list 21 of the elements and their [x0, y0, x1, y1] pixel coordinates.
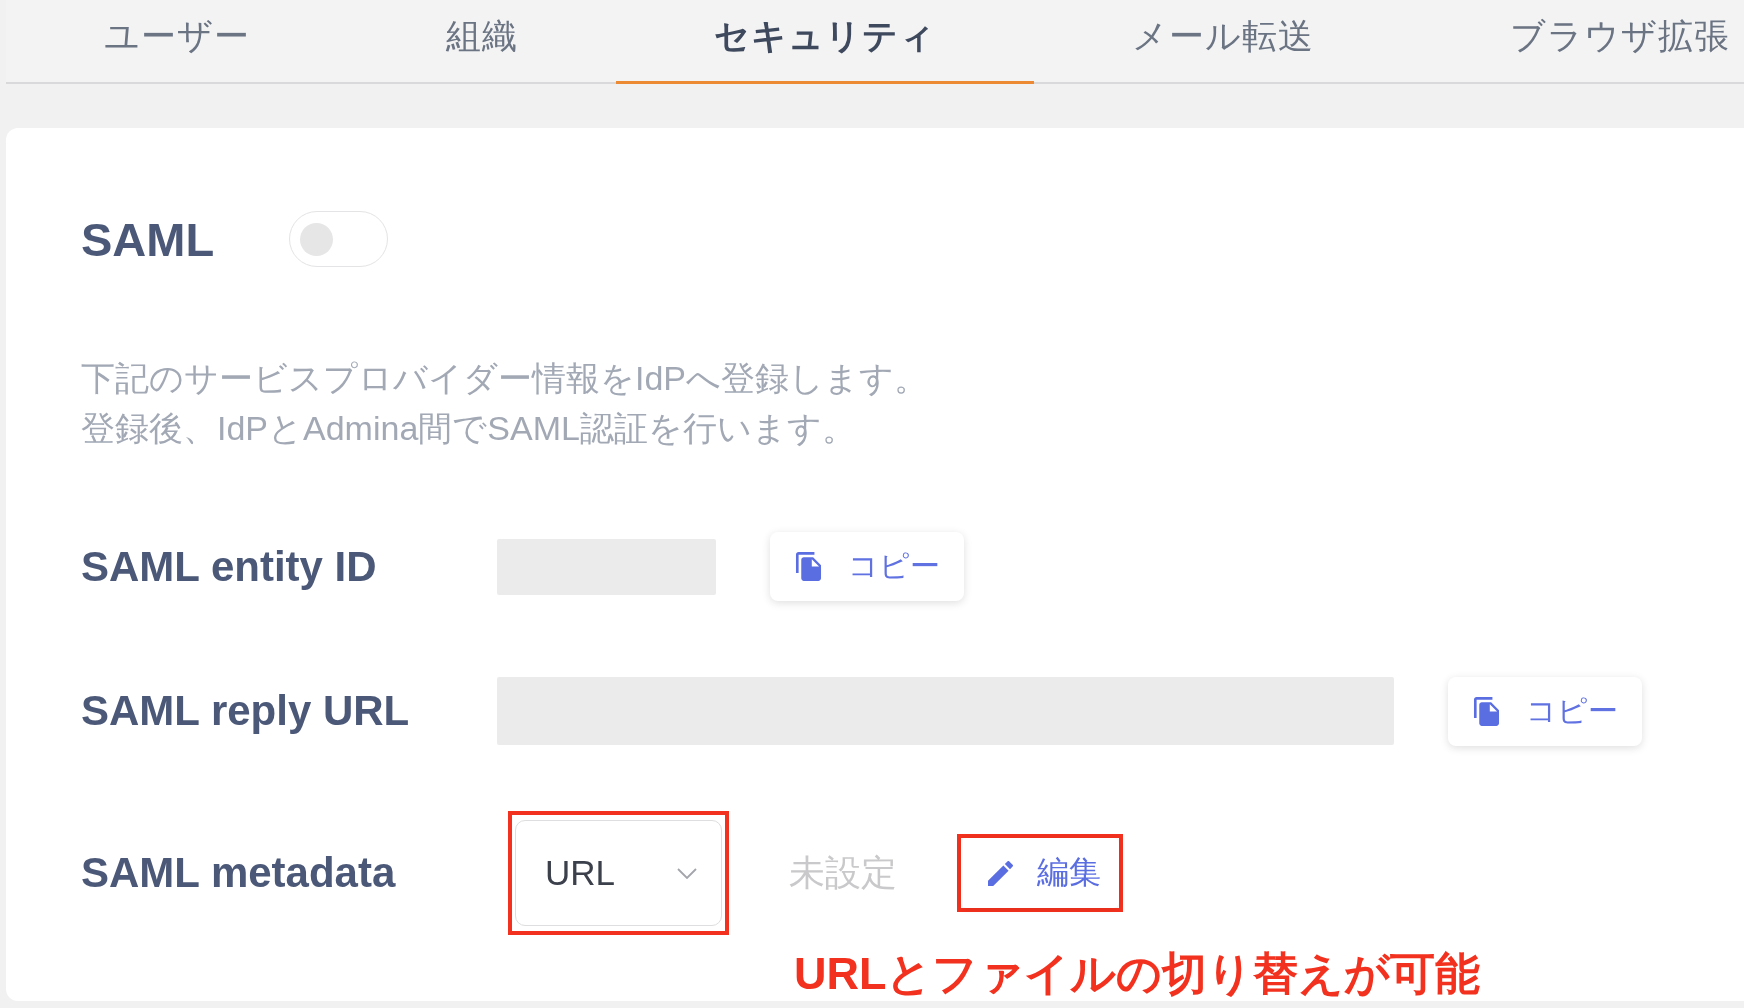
- documents-icon: [794, 552, 823, 581]
- documents-icon: [1472, 696, 1501, 726]
- edit-button[interactable]: 編集: [961, 838, 1119, 908]
- tab[interactable]: 組織: [348, 0, 616, 84]
- pencil-icon: [988, 860, 1013, 886]
- field-label: SAML metadata: [81, 848, 397, 898]
- field-label: SAML reply URL: [81, 687, 411, 735]
- tab[interactable]: セキュリティ: [616, 0, 1034, 84]
- dropdown-select[interactable]: URL: [515, 820, 722, 926]
- field-label: SAML entity ID: [81, 542, 378, 591]
- tab[interactable]: メール転送: [1034, 0, 1412, 84]
- section-title: SAML: [81, 211, 215, 267]
- toggle-switch[interactable]: [289, 211, 389, 267]
- tab[interactable]: ユーザー: [6, 0, 348, 84]
- description-text: 登録後、IdPとAdmina間でSAML認証を行います。: [81, 408, 856, 449]
- description-text: 下記のサービスプロバイダー情報をIdPへ登録します。: [81, 358, 929, 399]
- chevron-down-icon: [677, 867, 697, 879]
- copy-button[interactable]: コピー: [770, 532, 964, 601]
- copy-button[interactable]: コピー: [1448, 676, 1642, 746]
- tab[interactable]: ブラウザ拡張: [1412, 0, 1730, 84]
- annotation-text: URLとファイルの切り替えが可能: [794, 949, 1481, 999]
